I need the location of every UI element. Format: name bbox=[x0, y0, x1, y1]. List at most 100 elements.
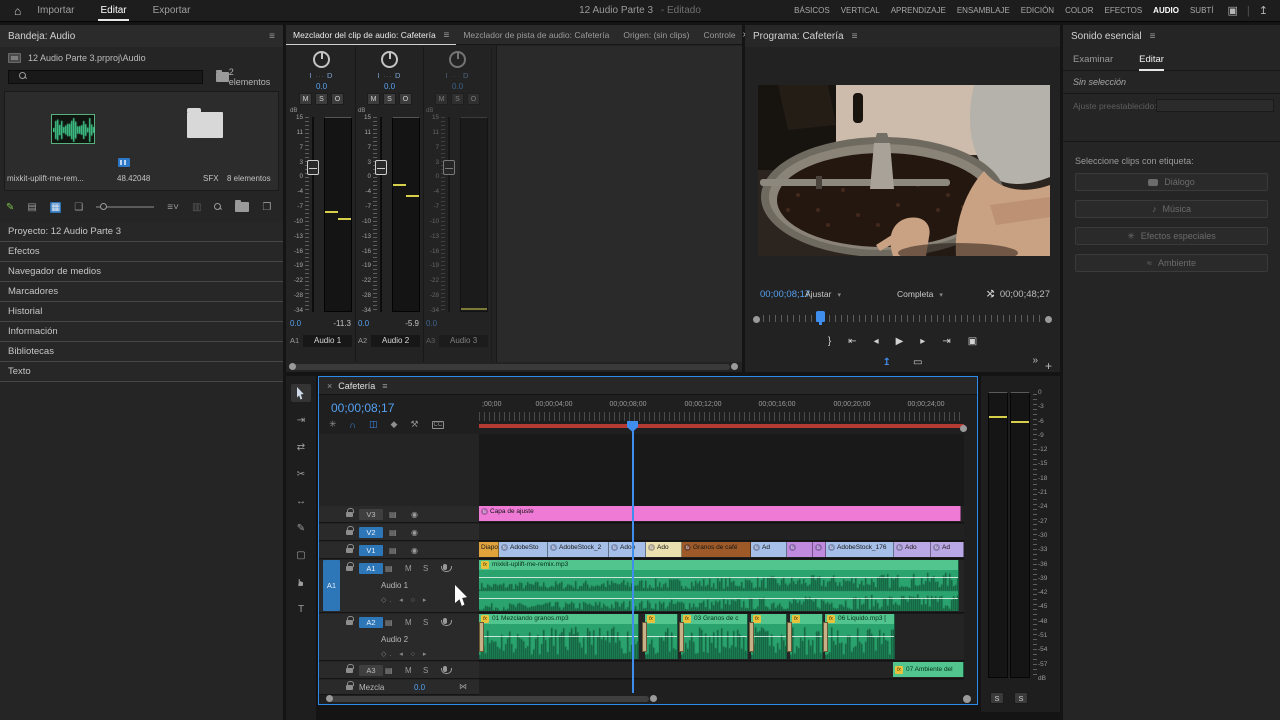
mix-volume-value[interactable]: 0.0 bbox=[414, 683, 425, 692]
type-tool[interactable]: T bbox=[291, 600, 311, 618]
go-to-in-button[interactable]: ⇤ bbox=[848, 335, 856, 349]
panel-menu-icon[interactable]: ≡ bbox=[441, 30, 450, 41]
razor-tool[interactable]: ✂ bbox=[291, 465, 311, 483]
freeform-view-icon[interactable]: ❏ bbox=[74, 202, 83, 213]
sync-lock-icon[interactable]: ▤ bbox=[385, 618, 393, 627]
workspace-básicos[interactable]: BÁSICOS bbox=[794, 6, 830, 15]
track-lane-A2[interactable]: fx01 Mezclando granos.mp3fxfx03 Granos d… bbox=[479, 614, 964, 661]
track-target-V1[interactable]: V1 bbox=[359, 545, 383, 556]
track-target-A3[interactable]: A3 bbox=[359, 665, 383, 676]
track-lane-A3[interactable]: fx07 Ambiente del bbox=[479, 662, 964, 679]
volume-line[interactable] bbox=[790, 636, 822, 637]
timeline-hscrollbar[interactable] bbox=[327, 696, 649, 702]
lock-icon[interactable] bbox=[346, 512, 353, 517]
mixer-scrollbar[interactable] bbox=[290, 364, 730, 370]
sfx-folder-icon[interactable] bbox=[187, 112, 223, 138]
mute-button[interactable]: M bbox=[405, 666, 412, 675]
track-lane-V2[interactable] bbox=[479, 524, 964, 541]
video-clip[interactable]: fxAdobeStock_176 bbox=[826, 542, 894, 557]
volume-line[interactable] bbox=[681, 636, 747, 637]
sort-icon[interactable]: ≡˅ bbox=[167, 202, 179, 213]
panel-tab[interactable]: Proyecto: 12 Audio Parte 3 bbox=[0, 222, 283, 242]
panel-menu-icon[interactable]: ≡ bbox=[269, 31, 275, 42]
zoom-knob[interactable] bbox=[960, 425, 967, 432]
tag-button-música[interactable]: ♪Música bbox=[1075, 200, 1268, 218]
es-tab-editar[interactable]: Editar bbox=[1139, 49, 1164, 71]
go-to-out-button[interactable]: ⇥ bbox=[942, 335, 950, 349]
audio-clip-thumbnail[interactable] bbox=[51, 114, 95, 144]
pan-knob[interactable] bbox=[449, 51, 466, 68]
track-target-V3[interactable]: V3 bbox=[359, 509, 383, 520]
mixer-tab[interactable]: Mezclador del clip de audio: Cafetería ≡ bbox=[286, 25, 456, 45]
crossfade-transition[interactable] bbox=[679, 622, 684, 652]
volume-line[interactable] bbox=[825, 636, 894, 637]
track-lane-MIX[interactable] bbox=[479, 680, 964, 694]
nest-icon[interactable]: ✳ bbox=[329, 419, 337, 430]
snap-icon[interactable]: ∩ bbox=[350, 420, 356, 430]
new-item-icon[interactable]: ❐ bbox=[262, 202, 271, 213]
source-patch-A1[interactable]: A1 bbox=[323, 560, 340, 611]
eye-icon[interactable]: ◉ bbox=[411, 510, 418, 519]
panel-menu-icon[interactable]: ≡ bbox=[382, 381, 387, 391]
export-frame-button[interactable]: ▣ bbox=[968, 335, 977, 349]
video-clip[interactable]: fxAdob bbox=[609, 542, 646, 557]
crossfade-transition[interactable] bbox=[823, 622, 828, 652]
breadcrumb[interactable]: 12 Audio Parte 3.prproj\Audio bbox=[8, 53, 146, 63]
video-clip[interactable]: fxAdobeStock_2 bbox=[548, 542, 609, 557]
panel-tab[interactable]: Marcadores bbox=[0, 282, 283, 302]
lock-icon[interactable] bbox=[346, 685, 353, 690]
panel-tab[interactable]: Bibliotecas bbox=[0, 342, 283, 362]
video-clip[interactable]: fx bbox=[787, 542, 813, 557]
mixer-tab[interactable]: Controle bbox=[696, 25, 742, 45]
panel-tab[interactable]: Navegador de medios bbox=[0, 262, 283, 282]
workspace-audio[interactable]: AUDIO bbox=[1153, 6, 1179, 15]
linked-selection-icon[interactable]: ◫ bbox=[369, 419, 378, 430]
o-button[interactable]: O bbox=[467, 93, 480, 105]
timeline-ruler[interactable]: ;00;0000;00;04;0000;00;08;0000;00;12;000… bbox=[479, 399, 964, 434]
menu-importar[interactable]: Importar bbox=[35, 2, 76, 19]
video-clip[interactable]: fxAdo bbox=[646, 542, 682, 557]
track-header-mix[interactable]: Mezcla0.0⋈ bbox=[319, 680, 479, 695]
audio-clip[interactable]: fx07 Ambiente del bbox=[893, 662, 964, 677]
zoom-handle-left[interactable] bbox=[753, 316, 760, 323]
workspace-efectos[interactable]: EFECTOS bbox=[1105, 6, 1143, 15]
panel-tab[interactable]: Información bbox=[0, 322, 283, 342]
lock-icon[interactable] bbox=[346, 548, 353, 553]
eye-icon[interactable]: ◉ bbox=[411, 546, 418, 555]
crossfade-transition[interactable] bbox=[479, 622, 484, 652]
timeline-timecode[interactable]: 00;00;08;17 bbox=[331, 401, 394, 415]
workspace-color[interactable]: COLOR bbox=[1065, 6, 1093, 15]
ripple-edit-tool[interactable]: ⇄ bbox=[291, 438, 311, 456]
volume-line[interactable] bbox=[479, 636, 638, 637]
o-button[interactable]: O bbox=[399, 93, 412, 105]
volume-line[interactable] bbox=[645, 636, 677, 637]
video-clip[interactable]: fxAdo bbox=[894, 542, 931, 557]
mic-icon[interactable] bbox=[443, 618, 447, 624]
tag-button-diálogo[interactable]: Diálogo bbox=[1075, 173, 1268, 191]
solo-button[interactable]: S bbox=[1014, 692, 1028, 704]
program-scrubber[interactable] bbox=[753, 311, 1052, 327]
pan-knob[interactable] bbox=[381, 51, 398, 68]
selection-tool[interactable] bbox=[291, 384, 311, 402]
lock-icon[interactable] bbox=[346, 620, 353, 625]
add-button-icon[interactable]: + bbox=[1045, 359, 1052, 373]
quick-export-button[interactable]: ↥ bbox=[883, 356, 891, 370]
keyframe-controls[interactable]: ◇. ◂ ○ ▸ bbox=[381, 596, 429, 604]
audio-clip[interactable]: fxmixkit-uplift-me-remix.mp3 bbox=[479, 560, 959, 611]
fader-handle[interactable] bbox=[443, 160, 455, 175]
lock-icon[interactable] bbox=[346, 530, 353, 535]
tag-button-ambiente[interactable]: ≈Ambiente bbox=[1075, 254, 1268, 272]
program-video-preview[interactable] bbox=[758, 85, 1050, 256]
audio-clip[interactable]: fx bbox=[645, 614, 678, 659]
rectangle-tool[interactable]: ▢ bbox=[291, 546, 311, 564]
m-button[interactable]: M bbox=[435, 93, 448, 105]
program-playhead[interactable] bbox=[816, 311, 825, 322]
panel-tab[interactable]: Efectos bbox=[0, 242, 283, 262]
timeline-settings-icon[interactable]: ⚒ bbox=[410, 419, 418, 430]
new-bin-icon[interactable] bbox=[235, 202, 249, 212]
scroll-knob[interactable] bbox=[731, 363, 738, 370]
volume-line[interactable] bbox=[479, 577, 958, 578]
o-button[interactable]: O bbox=[331, 93, 344, 105]
channel-name[interactable]: Audio 3 bbox=[439, 335, 488, 347]
program-timecode[interactable]: 00;00;08;17 bbox=[760, 289, 810, 300]
